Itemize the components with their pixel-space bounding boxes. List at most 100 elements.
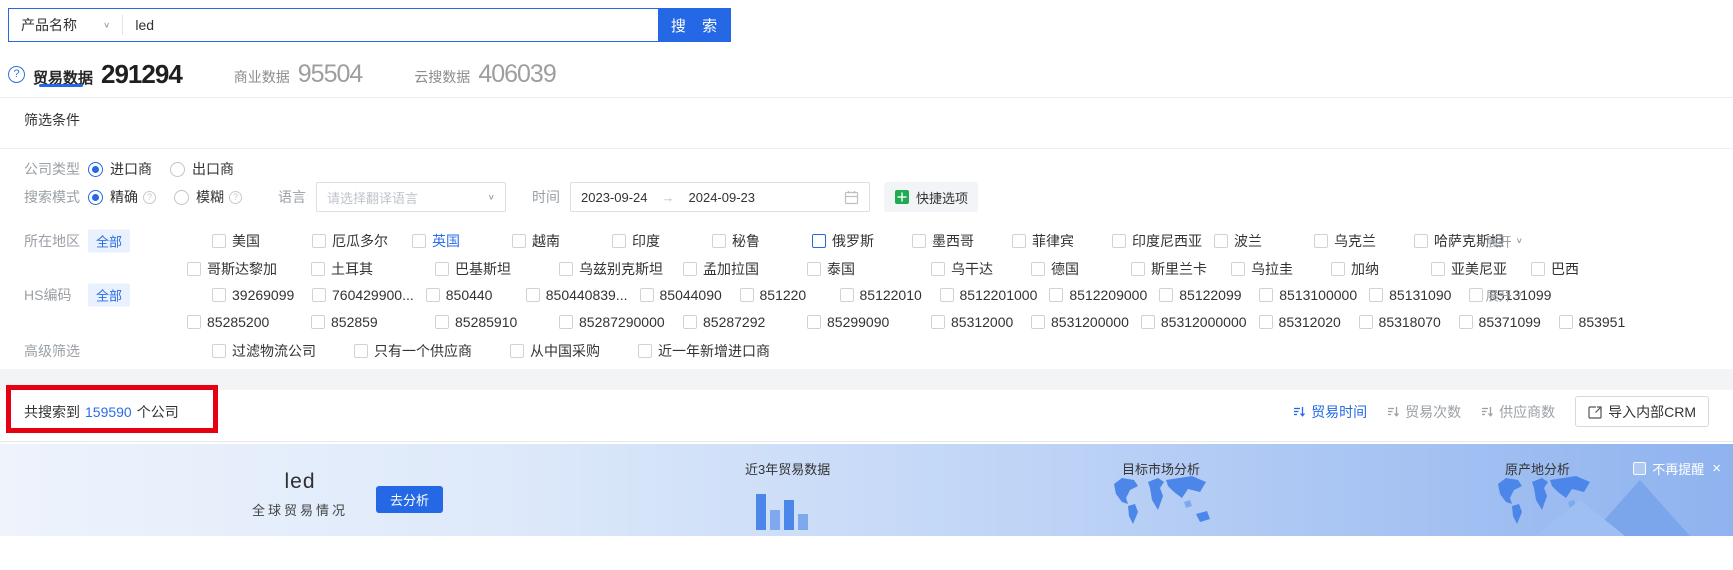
filter-checkbox-item[interactable]: 过滤物流公司 xyxy=(212,341,328,361)
checkbox-icon[interactable] xyxy=(1031,315,1045,329)
filter-checkbox-item[interactable]: 85299090 xyxy=(807,314,931,330)
checkbox-icon[interactable] xyxy=(311,315,325,329)
checkbox-icon[interactable] xyxy=(187,262,201,276)
filter-checkbox-item[interactable]: 巴基斯坦 xyxy=(435,259,559,279)
filter-checkbox-item[interactable]: 760429900... xyxy=(312,287,426,303)
filter-checkbox-item[interactable]: 8512209000 xyxy=(1049,287,1159,303)
filter-checkbox-item[interactable]: 85287292 xyxy=(683,314,807,330)
filter-checkbox-item[interactable]: 亚美尼亚 xyxy=(1431,259,1531,279)
filter-checkbox-item[interactable]: 850440839... xyxy=(525,287,640,303)
filter-checkbox-item[interactable]: 只有一个供应商 xyxy=(354,341,484,361)
checkbox-icon[interactable] xyxy=(312,288,326,302)
filter-checkbox-item[interactable]: 印度尼西亚 xyxy=(1112,231,1214,251)
checkbox-icon[interactable] xyxy=(1258,315,1273,329)
checkbox-icon[interactable] xyxy=(354,344,368,358)
sort-supplier-count[interactable]: 供应商数 xyxy=(1481,402,1555,422)
filter-checkbox-item[interactable]: 加纳 xyxy=(1331,259,1431,279)
results-count[interactable]: 159590 xyxy=(85,404,132,420)
checkbox-icon[interactable] xyxy=(1049,288,1064,302)
checkbox-icon[interactable] xyxy=(683,262,697,276)
checkbox-icon[interactable] xyxy=(807,262,821,276)
import-crm-button[interactable]: 导入内部CRM xyxy=(1575,396,1709,427)
date-start[interactable]: 2023-09-24 xyxy=(581,190,648,205)
radio-importer[interactable]: 进口商 xyxy=(88,159,152,179)
close-icon[interactable]: × xyxy=(1712,460,1721,477)
filter-checkbox-item[interactable]: 俄罗斯 xyxy=(812,231,912,251)
radio-selected-icon[interactable] xyxy=(88,161,103,177)
region-all-chip[interactable]: 全部 xyxy=(88,229,131,253)
checkbox-icon[interactable] xyxy=(1469,288,1484,302)
filter-checkbox-item[interactable]: 85312000 xyxy=(931,314,1031,330)
checkbox-icon[interactable] xyxy=(1012,234,1026,248)
filter-checkbox-item[interactable]: 8512201000 xyxy=(939,287,1050,303)
filter-checkbox-item[interactable]: 墨西哥 xyxy=(912,231,1012,251)
filter-checkbox-item[interactable]: 乌克兰 xyxy=(1314,231,1414,251)
checkbox-icon[interactable] xyxy=(812,234,826,248)
search-button[interactable]: 搜 索 xyxy=(658,9,730,41)
filter-checkbox-item[interactable]: 85122010 xyxy=(839,287,940,303)
checkbox-icon[interactable] xyxy=(612,234,626,248)
radio-exporter[interactable]: 出口商 xyxy=(170,159,234,179)
checkbox-icon[interactable] xyxy=(1558,315,1573,329)
filter-checkbox-item[interactable]: 85312020 xyxy=(1258,314,1359,330)
checkbox-icon[interactable] xyxy=(1531,262,1545,276)
checkbox-icon[interactable] xyxy=(1214,234,1228,248)
date-range-picker[interactable]: 2023-09-24 → 2024-09-23 xyxy=(570,182,870,212)
filter-checkbox-item[interactable]: 斯里兰卡 xyxy=(1131,259,1231,279)
checkbox-icon[interactable] xyxy=(931,315,945,329)
checkbox-icon[interactable] xyxy=(425,288,440,302)
checkbox-icon[interactable] xyxy=(839,288,854,302)
tab-cloud-search-data[interactable]: 云搜数据 406039 xyxy=(414,60,556,89)
checkbox-icon[interactable] xyxy=(212,344,226,358)
checkbox-icon[interactable] xyxy=(931,262,945,276)
radio-exact[interactable]: 精确 ? xyxy=(88,187,156,207)
checkbox-icon[interactable] xyxy=(187,315,201,329)
checkbox-icon[interactable] xyxy=(212,234,226,248)
filter-checkbox-item[interactable]: 85285910 xyxy=(435,314,559,330)
filter-checkbox-item[interactable]: 85131090 xyxy=(1369,287,1469,303)
checkbox-icon[interactable] xyxy=(807,315,821,329)
filter-checkbox-item[interactable]: 乌拉圭 xyxy=(1231,259,1331,279)
radio-icon[interactable] xyxy=(174,189,189,205)
filter-checkbox-item[interactable]: 39269099 xyxy=(212,287,312,303)
checkbox-icon[interactable] xyxy=(311,262,325,276)
filter-checkbox-item[interactable]: 厄瓜多尔 xyxy=(312,231,412,251)
radio-selected-icon[interactable] xyxy=(88,189,103,205)
checkbox-icon[interactable] xyxy=(683,315,697,329)
checkbox-icon[interactable] xyxy=(638,344,652,358)
checkbox-icon[interactable] xyxy=(435,315,449,329)
filter-checkbox-item[interactable]: 越南 xyxy=(512,231,612,251)
filter-checkbox-item[interactable]: 852859 xyxy=(311,314,435,330)
checkbox-icon[interactable] xyxy=(525,288,540,302)
filter-checkbox-item[interactable]: 美国 xyxy=(212,231,312,251)
sort-trade-time[interactable]: 贸易时间 xyxy=(1293,402,1367,422)
filter-checkbox-item[interactable]: 德国 xyxy=(1031,259,1131,279)
checkbox-icon[interactable] xyxy=(1140,315,1155,329)
language-select[interactable]: 请选择翻译语言 ∨ xyxy=(316,182,506,212)
filter-checkbox-item[interactable]: 85287290000 xyxy=(559,314,683,330)
checkbox-icon[interactable] xyxy=(1159,288,1174,302)
checkbox-icon[interactable] xyxy=(1031,262,1045,276)
hs-expand-link[interactable]: 展开 ∨ xyxy=(1486,286,1523,305)
filter-checkbox-item[interactable]: 851220 xyxy=(739,287,840,303)
filter-checkbox-item[interactable]: 85285200 xyxy=(187,314,311,330)
filter-checkbox-item[interactable]: 8531200000 xyxy=(1031,314,1141,330)
checkbox-icon[interactable] xyxy=(510,344,524,358)
checkbox-icon[interactable] xyxy=(639,288,654,302)
checkbox-icon[interactable] xyxy=(1259,288,1274,302)
checkbox-icon[interactable] xyxy=(1431,262,1445,276)
search-category-dropdown[interactable]: 产品名称 ∨ xyxy=(9,9,122,41)
checkbox-icon[interactable] xyxy=(712,234,726,248)
hs-all-chip[interactable]: 全部 xyxy=(88,283,131,307)
filter-checkbox-item[interactable]: 土耳其 xyxy=(311,259,435,279)
checkbox-icon[interactable] xyxy=(1314,234,1328,248)
tab-business-data[interactable]: 商业数据 95504 xyxy=(234,60,364,89)
filter-checkbox-item[interactable]: 85122099 xyxy=(1159,287,1259,303)
radio-fuzzy[interactable]: 模糊 ? xyxy=(174,187,242,207)
checkbox-icon[interactable] xyxy=(512,234,526,248)
checkbox-icon[interactable] xyxy=(1231,262,1245,276)
help-icon[interactable]: ? xyxy=(8,65,25,83)
filter-checkbox-item[interactable]: 英国 xyxy=(412,231,512,251)
filter-checkbox-item[interactable]: 哥斯达黎加 xyxy=(187,259,311,279)
filter-checkbox-item[interactable]: 巴西 xyxy=(1531,259,1631,279)
